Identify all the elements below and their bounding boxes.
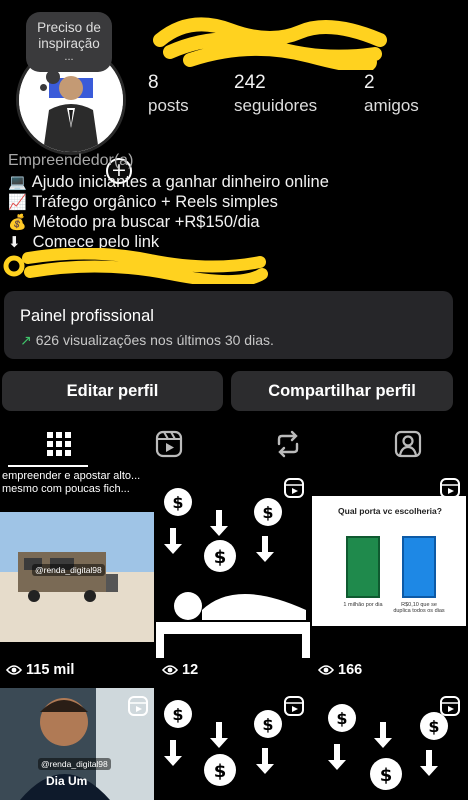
- svg-text:$: $: [214, 761, 227, 782]
- door-right: [402, 536, 436, 598]
- post-views-count: 12: [182, 662, 199, 678]
- post-image: [0, 512, 154, 642]
- post-tile[interactable]: Qual porta vc escolheria? 1 milhão por d…: [312, 470, 466, 684]
- professional-dashboard-title: Painel profissional: [20, 307, 154, 325]
- repost-icon: [277, 430, 298, 458]
- note-text: Preciso de inspiração: [37, 20, 101, 51]
- reel-indicator-icon: [284, 478, 304, 498]
- door-right-label: R$0,10 que se duplica todos os dias: [393, 602, 445, 614]
- bio-category: Empreendedor(a): [8, 152, 134, 169]
- profile-stats: 8 posts 242 seguidores 2 amigos: [148, 72, 456, 122]
- post-subtitle: Dia Um: [46, 774, 88, 788]
- stat-friends-value: 2: [364, 72, 375, 93]
- post-image-doors: Qual porta vc escolheria? 1 milhão por d…: [312, 496, 466, 626]
- reels-icon: [155, 430, 182, 458]
- post-caption-line: mesmo com poucas fich...: [2, 483, 130, 495]
- chart-up-icon: 📈: [8, 193, 27, 211]
- post-image-money-sleep: $ $ $: [156, 488, 310, 658]
- laptop-icon: 💻: [8, 173, 27, 191]
- svg-text:$: $: [428, 717, 439, 736]
- redaction-scribble-username: [153, 17, 387, 70]
- tab-reposts[interactable]: [229, 420, 346, 468]
- post-tile[interactable]: $ $ $: [156, 688, 310, 800]
- stat-friends-label: amigos: [364, 96, 419, 115]
- post-tile[interactable]: $ $ $: [312, 688, 466, 800]
- views-summary: 626 visualizações nos últimos 30 dias.: [35, 332, 274, 348]
- svg-text:$: $: [214, 547, 227, 568]
- post-views: 166: [318, 662, 362, 678]
- stat-posts-label: posts: [148, 96, 189, 115]
- bio-line: 💻 Ajudo iniciantes a ganhar dinheiro onl…: [8, 172, 458, 192]
- post-grid: empreender e apostar alto... mesmo com p…: [0, 470, 468, 800]
- tab-tagged[interactable]: [349, 420, 466, 468]
- stat-posts-value: 8: [148, 72, 159, 93]
- stat-posts[interactable]: 8 posts: [148, 72, 189, 118]
- note-ellipsis: ...: [64, 51, 74, 63]
- stat-followers-value: 242: [234, 72, 266, 93]
- stat-followers[interactable]: 242 seguidores: [234, 72, 317, 118]
- door-left: [346, 536, 380, 598]
- stat-followers-label: seguidores: [234, 96, 318, 115]
- post-views: 12: [162, 662, 198, 678]
- eye-icon: [6, 665, 22, 675]
- trend-up-arrow-icon: ↗: [20, 333, 32, 349]
- share-profile-button[interactable]: Compartilhar perfil: [231, 371, 453, 411]
- svg-text:$: $: [172, 705, 183, 724]
- reel-indicator-icon: [284, 696, 304, 716]
- door-left-label: 1 milhão por dia: [343, 602, 383, 608]
- svg-text:$: $: [380, 765, 393, 786]
- bio-line-text: Ajudo iniciantes a ganhar dinheiro onlin…: [31, 173, 329, 191]
- active-tab-indicator: [8, 465, 88, 467]
- reel-indicator-icon: [128, 696, 148, 716]
- redaction-scribble-link: [3, 248, 268, 284]
- reel-indicator-icon: [440, 696, 460, 716]
- post-views: 115 mil: [6, 662, 74, 678]
- svg-text:$: $: [172, 493, 183, 512]
- tab-reels[interactable]: [110, 420, 227, 468]
- post-watermark: @renda_digital98: [38, 758, 111, 770]
- svg-text:$: $: [262, 715, 273, 734]
- tab-grid[interactable]: [0, 420, 117, 468]
- professional-dashboard-subtitle: ↗ 626 visualizações nos últimos 30 dias.: [20, 330, 437, 351]
- eye-icon: [318, 665, 334, 675]
- bio-line-text: Tráfego orgânico + Reels simples: [32, 193, 278, 211]
- stat-friends[interactable]: 2 amigos: [364, 72, 419, 118]
- edit-profile-button[interactable]: Editar perfil: [2, 371, 223, 411]
- post-tile[interactable]: $ $ $ 12: [156, 470, 310, 684]
- svg-text:$: $: [262, 503, 273, 522]
- post-caption-line: empreender e apostar alto...: [2, 470, 141, 482]
- tagged-icon: [394, 430, 421, 458]
- reel-indicator-icon: [440, 478, 460, 498]
- bio-line: 💰 Método pra buscar +R$150/dia: [8, 212, 458, 232]
- note-bubble[interactable]: Preciso de inspiração ...: [26, 12, 112, 72]
- post-views-count: 166: [338, 662, 363, 678]
- post-views-count: 115 mil: [26, 662, 75, 678]
- note-tail: [46, 70, 60, 84]
- grid-icon: [46, 432, 71, 456]
- profile-tabs: [0, 420, 468, 468]
- post-tile[interactable]: @renda_digital98 Dia Um: [0, 688, 154, 800]
- eye-icon: [162, 665, 178, 675]
- bio-line-text: Método pra buscar +R$150/dia: [32, 213, 260, 231]
- post-watermark: @renda_digital98: [32, 564, 105, 576]
- professional-dashboard[interactable]: Painel profissional ↗ 626 visualizações n…: [4, 291, 453, 359]
- money-bag-icon: 💰: [8, 213, 27, 231]
- svg-text:$: $: [336, 709, 347, 728]
- note-tail-small: [40, 84, 47, 91]
- bio-line: 📈 Tráfego orgânico + Reels simples: [8, 192, 458, 212]
- post-question: Qual porta vc escolheria?: [338, 506, 442, 516]
- post-tile[interactable]: empreender e apostar alto... mesmo com p…: [0, 470, 154, 684]
- bio: Empreendedor(a) 💻 Ajudo iniciantes a gan…: [8, 150, 458, 252]
